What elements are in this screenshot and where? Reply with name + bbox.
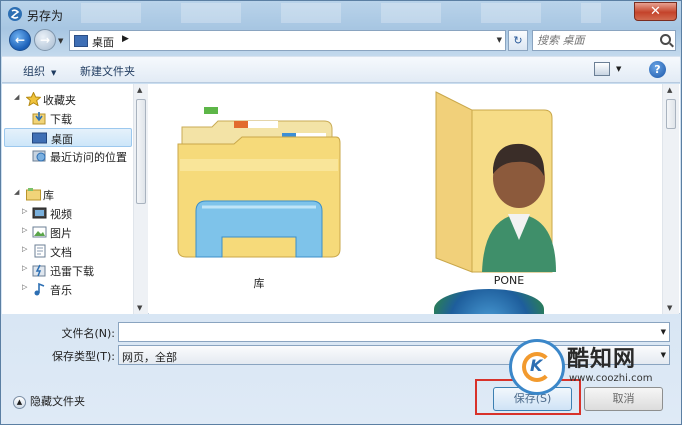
address-bar[interactable]: 桌面 ▶ ▼ bbox=[69, 30, 506, 51]
sidebar-group-label: 收藏夹 bbox=[43, 94, 76, 107]
watermark: K 酷知网 www.coozhi.com bbox=[509, 339, 669, 399]
scroll-up-icon[interactable]: ▲ bbox=[137, 86, 142, 94]
sidebar-group-libraries[interactable]: ◢ 库 bbox=[2, 185, 132, 204]
expand-icon[interactable]: ▷ bbox=[22, 207, 27, 215]
sidebar-item-desktop[interactable]: 桌面 bbox=[4, 128, 132, 147]
help-icon[interactable]: ? bbox=[649, 61, 666, 78]
hide-folders-label: 隐藏文件夹 bbox=[30, 395, 85, 408]
chevron-down-icon[interactable]: ▼ bbox=[497, 36, 502, 44]
dialog-icon bbox=[8, 7, 22, 21]
hide-folders-toggle[interactable]: ▲ 隐藏文件夹 bbox=[13, 393, 85, 409]
sidebar-item-label: 音乐 bbox=[50, 284, 72, 297]
file-list: 库 PONE bbox=[149, 84, 662, 314]
scrollbar-thumb[interactable] bbox=[136, 99, 146, 204]
music-icon bbox=[32, 282, 47, 296]
collapse-icon[interactable]: ◢ bbox=[14, 93, 19, 101]
file-list-scrollbar[interactable]: ▲ ▼ bbox=[662, 84, 679, 314]
expand-icon[interactable]: ▷ bbox=[22, 264, 27, 272]
watermark-url: www.coozhi.com bbox=[569, 373, 653, 384]
watermark-title: 酷知网 bbox=[567, 347, 637, 372]
star-icon bbox=[25, 91, 42, 107]
sidebar-group-favorites[interactable]: ◢ 收藏夹 bbox=[2, 90, 132, 109]
recent-pages-dropdown-icon[interactable]: ▼ bbox=[58, 37, 63, 45]
sidebar-item-label: 最近访问的位置 bbox=[50, 151, 127, 164]
filename-label: 文件名(N): bbox=[61, 327, 115, 340]
documents-icon bbox=[32, 244, 47, 258]
scroll-up-icon[interactable]: ▲ bbox=[667, 86, 672, 94]
title-bar: 另存为 bbox=[1, 1, 681, 28]
pictures-icon bbox=[32, 225, 47, 239]
forward-button[interactable]: → bbox=[34, 29, 56, 51]
search-box[interactable] bbox=[532, 30, 676, 51]
sidebar-item-downloads[interactable]: 下载 bbox=[2, 109, 132, 128]
sidebar-item-pictures[interactable]: ▷ 图片 bbox=[2, 223, 132, 242]
scroll-down-icon[interactable]: ▼ bbox=[667, 304, 672, 312]
organize-button[interactable]: 组织 ▼ bbox=[23, 63, 56, 79]
chevron-right-icon[interactable]: ▶ bbox=[122, 34, 129, 44]
address-current[interactable]: 桌面 bbox=[92, 34, 114, 50]
browser-pane: ◢ 收藏夹 下载 桌面 最近访问的位置 ◢ 库 ▷ 视频 ▷ 图片 ▷ 文档 ▷… bbox=[2, 84, 680, 314]
filetype-label: 保存类型(T): bbox=[51, 350, 115, 363]
network-globe-icon[interactable] bbox=[434, 289, 544, 314]
filename-input[interactable] bbox=[122, 324, 652, 340]
navigation-scrollbar[interactable]: ▲ ▼ bbox=[133, 84, 148, 314]
blurred-background bbox=[81, 3, 601, 23]
sidebar-item-videos[interactable]: ▷ 视频 bbox=[2, 204, 132, 223]
file-item-library[interactable]: 库 bbox=[174, 99, 344, 290]
organize-label: 组织 bbox=[23, 65, 45, 78]
navigation-pane: ◢ 收藏夹 下载 桌面 最近访问的位置 ◢ 库 ▷ 视频 ▷ 图片 ▷ 文档 ▷… bbox=[2, 84, 148, 314]
sidebar-item-label: 视频 bbox=[50, 208, 72, 221]
filetype-value: 网页，全部 bbox=[122, 351, 177, 364]
watermark-logo-icon: K bbox=[509, 339, 565, 395]
sidebar-group-label: 库 bbox=[43, 189, 54, 202]
expand-icon[interactable]: ▷ bbox=[22, 226, 27, 234]
dialog-title: 另存为 bbox=[27, 9, 64, 23]
video-icon bbox=[32, 206, 47, 220]
search-icon[interactable] bbox=[660, 34, 671, 45]
scrollbar-thumb[interactable] bbox=[666, 99, 676, 129]
sidebar-item-label: 桌面 bbox=[51, 133, 73, 146]
expand-icon[interactable]: ▷ bbox=[22, 283, 27, 291]
view-options-icon[interactable] bbox=[594, 62, 610, 76]
desktop-icon bbox=[32, 131, 47, 145]
save-as-dialog: 另存为 ← → ▼ 桌面 ▶ ▼ ↻ 组织 ▼ 新建文件夹 ▼ ? ◢ bbox=[0, 0, 682, 425]
back-button[interactable]: ← bbox=[9, 29, 31, 51]
sidebar-item-music[interactable]: ▷ 音乐 bbox=[2, 280, 132, 299]
recent-places-icon bbox=[32, 149, 47, 163]
watermark-logo-mark: K bbox=[530, 356, 543, 375]
new-folder-button[interactable]: 新建文件夹 bbox=[80, 63, 135, 79]
sidebar-item-label: 迅雷下载 bbox=[50, 265, 94, 278]
refresh-button[interactable]: ↻ bbox=[508, 30, 528, 51]
sidebar-item-documents[interactable]: ▷ 文档 bbox=[2, 242, 132, 261]
sidebar-item-label: 文档 bbox=[50, 246, 72, 259]
chevron-up-icon[interactable]: ▲ bbox=[13, 395, 26, 409]
view-dropdown-icon[interactable]: ▼ bbox=[616, 65, 621, 73]
library-folder-icon bbox=[177, 107, 341, 258]
desktop-icon bbox=[74, 35, 88, 47]
expand-icon[interactable]: ▷ bbox=[22, 245, 27, 253]
chevron-down-icon[interactable]: ▼ bbox=[661, 328, 666, 336]
close-button[interactable] bbox=[634, 2, 677, 21]
scroll-down-icon[interactable]: ▼ bbox=[137, 304, 142, 312]
file-label: PONE bbox=[493, 274, 525, 287]
chevron-down-icon: ▼ bbox=[51, 69, 57, 77]
file-item-pone[interactable]: PONE bbox=[424, 90, 594, 290]
sidebar-item-thunder-downloads[interactable]: ▷ 迅雷下载 bbox=[2, 261, 132, 280]
collapse-icon[interactable]: ◢ bbox=[14, 188, 19, 196]
sidebar-item-label: 图片 bbox=[50, 227, 72, 240]
user-folder-icon bbox=[435, 91, 556, 273]
file-label: 库 bbox=[253, 277, 265, 290]
thunder-download-icon bbox=[32, 263, 47, 277]
library-icon bbox=[26, 187, 41, 201]
sidebar-item-recent-places[interactable]: 最近访问的位置 bbox=[2, 147, 132, 166]
navigation-bar: ← → ▼ 桌面 ▶ ▼ ↻ bbox=[1, 28, 681, 52]
search-input[interactable] bbox=[537, 33, 655, 48]
sidebar-item-label: 下载 bbox=[50, 113, 72, 126]
downloads-icon bbox=[32, 111, 47, 125]
toolbar: 组织 ▼ 新建文件夹 ▼ ? bbox=[2, 56, 680, 83]
